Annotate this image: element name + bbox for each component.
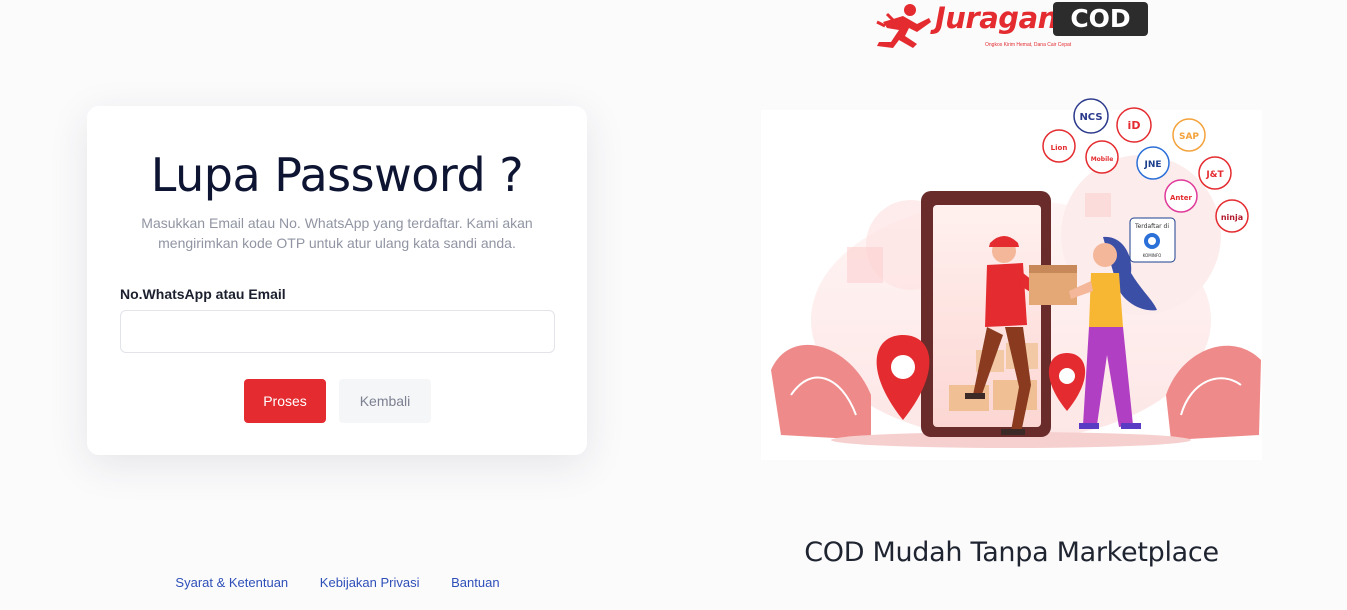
footer-links: Syarat & Ketentuan Kebijakan Privasi Ban…: [0, 575, 675, 590]
marketing-headline: COD Mudah Tanpa Marketplace: [804, 537, 1219, 568]
terms-link[interactable]: Syarat & Ketentuan: [175, 575, 288, 590]
help-link[interactable]: Bantuan: [451, 575, 499, 590]
courier-id: iD: [1128, 119, 1141, 132]
proses-button[interactable]: Proses: [244, 379, 326, 423]
delivery-illustration: NCS iD SAP J&T JNE ninja Lion Mobile Ant…: [761, 95, 1262, 460]
courier-jnt: J&T: [1205, 170, 1224, 180]
kominfo-badge-line2: KOMINFO: [1143, 253, 1162, 258]
contact-field-label: No.WhatsApp atau Email: [120, 286, 286, 302]
kominfo-badge-line1: Terdaftar di: [1134, 223, 1169, 230]
courier-ninja: ninja: [1221, 213, 1243, 222]
brand-name: Juragan: [935, 1, 1058, 35]
delivery-scene-image: NCS iD SAP J&T JNE ninja Lion Mobile Ant…: [761, 98, 1262, 460]
courier-mobile: Mobile: [1091, 156, 1114, 163]
brand-logo[interactable]: Juragan COD Ongkos Kirim Hemat, Dana Cai…: [873, 0, 1153, 52]
description-line-1: Masukkan Email atau No. WhatsApp yang te…: [141, 215, 533, 231]
courier-sap: SAP: [1179, 132, 1199, 142]
courier-anter: Anter: [1170, 194, 1192, 202]
page-description: Masukkan Email atau No. WhatsApp yang te…: [137, 213, 537, 253]
courier-lion: Lion: [1051, 144, 1068, 152]
runner-icon: [876, 4, 931, 48]
forgot-password-card: Lupa Password ? Masukkan Email atau No. …: [87, 106, 587, 455]
brand-tagline: Ongkos Kirim Hemat, Dana Cair Cepat: [985, 42, 1072, 48]
privacy-link[interactable]: Kebijakan Privasi: [320, 575, 420, 590]
courier-ncs: NCS: [1079, 112, 1102, 123]
contact-input[interactable]: [120, 310, 555, 353]
brand-cod-badge: COD: [1053, 2, 1148, 36]
courier-jne: JNE: [1143, 160, 1161, 170]
description-line-2: mengirimkan kode OTP untuk atur ulang ka…: [158, 235, 516, 251]
kembali-button[interactable]: Kembali: [339, 379, 431, 423]
page-title: Lupa Password ?: [150, 148, 524, 202]
